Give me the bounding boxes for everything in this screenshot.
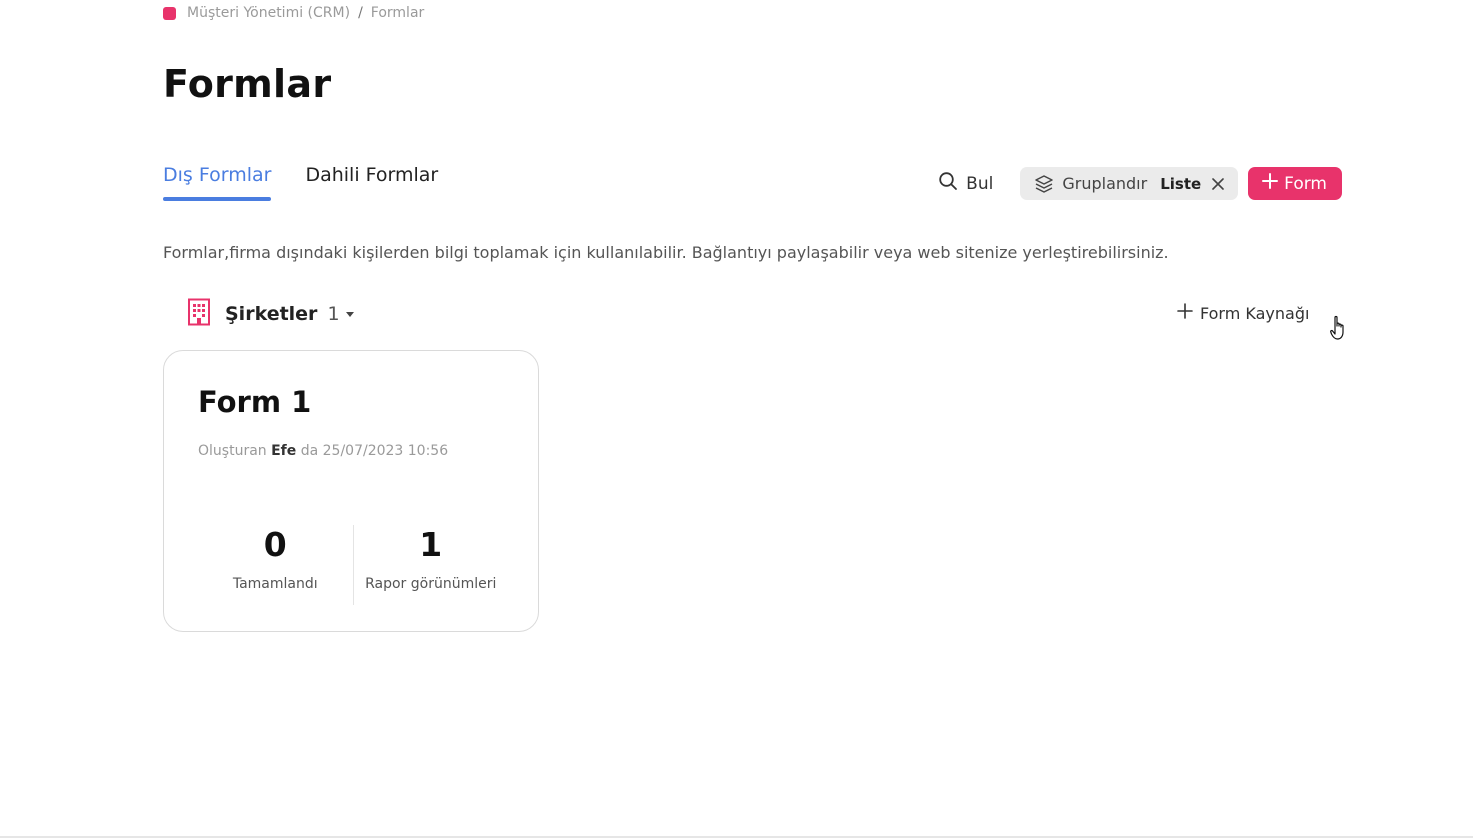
plus-icon	[1262, 173, 1279, 194]
tab-internal-forms[interactable]: Dahili Formlar	[305, 164, 438, 198]
hand-cursor-icon	[1330, 315, 1348, 345]
find-button[interactable]: Bul	[938, 171, 993, 196]
form-card-stats: 0 Tamamlandı 1 Rapor görünümleri	[198, 525, 508, 605]
form-card[interactable]: Form 1 Oluşturan Efe da 25/07/2023 10:56…	[163, 350, 539, 632]
app-color-icon	[163, 6, 176, 20]
breadcrumb-current: Formlar	[370, 5, 425, 21]
group-count: 1	[327, 303, 340, 325]
add-form-source-button[interactable]: Form Kaynağı	[1177, 303, 1309, 323]
add-form-label: Form	[1284, 173, 1327, 194]
search-icon	[938, 171, 958, 196]
stat-completed-value: 0	[263, 525, 287, 564]
close-icon[interactable]	[1212, 177, 1224, 190]
group-header[interactable]: Şirketler 1	[187, 298, 354, 330]
breadcrumb: Müşteri Yönetimi (CRM) / Formlar	[163, 5, 424, 21]
group-by-label: Gruplandır	[1062, 174, 1148, 193]
form-card-title: Form 1	[198, 385, 312, 419]
layers-icon	[1034, 174, 1054, 194]
find-button-label: Bul	[966, 173, 994, 194]
group-title: Şirketler	[225, 303, 318, 325]
page-description: Formlar,firma dışındaki kişilerden bilgi…	[163, 243, 1169, 262]
plus-icon	[1177, 303, 1193, 323]
tab-external-forms[interactable]: Dış Formlar	[163, 164, 272, 201]
page-title: Formlar	[163, 62, 332, 106]
breadcrumb-separator: /	[358, 5, 363, 21]
stat-completed-label: Tamamlandı	[232, 576, 318, 592]
form-source-label: Form Kaynağı	[1200, 303, 1310, 323]
meta-author: Efe	[271, 443, 297, 459]
stat-completed: 0 Tamamlandı	[198, 525, 353, 605]
group-by-value: Liste	[1160, 174, 1202, 193]
stat-report-views: 1 Rapor görünümleri	[354, 525, 509, 605]
add-form-button[interactable]: Form	[1248, 167, 1342, 200]
toolbar: Bul Gruplandır Liste Form	[938, 167, 1342, 200]
chevron-down-icon	[345, 311, 354, 317]
form-card-meta: Oluşturan Efe da 25/07/2023 10:56	[198, 443, 448, 459]
meta-prefix: Oluşturan	[198, 443, 267, 459]
tab-bar: Dış Formlar Dahili Formlar	[163, 164, 438, 201]
group-by-chip[interactable]: Gruplandır Liste	[1020, 167, 1239, 200]
stat-report-views-label: Rapor görünümleri	[365, 576, 497, 592]
breadcrumb-app-link[interactable]: Müşteri Yönetimi (CRM)	[187, 5, 350, 21]
building-icon	[187, 298, 211, 330]
meta-suffix: da 25/07/2023 10:56	[300, 443, 449, 459]
stat-report-views-value: 1	[419, 525, 443, 564]
